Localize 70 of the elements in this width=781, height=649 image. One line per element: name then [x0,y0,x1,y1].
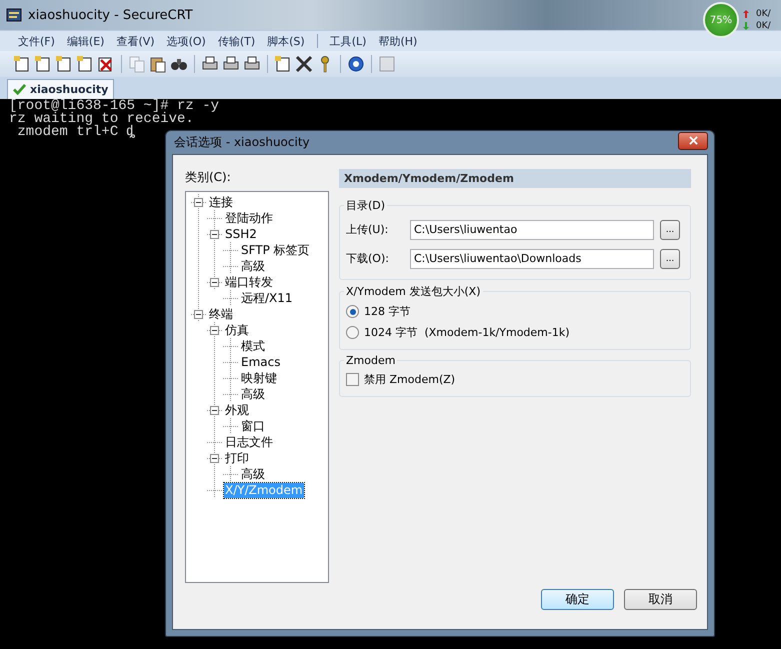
paste-icon[interactable] [149,55,167,73]
collapse-icon[interactable] [210,278,219,287]
download-rate: 0K/ [756,21,771,31]
down-arrow-icon [743,22,749,30]
menu-item[interactable]: 选项(O) [160,34,212,48]
menu-item[interactable]: 编辑(E) [60,34,110,48]
dialog-button[interactable]: 取消 [624,589,697,610]
checkbox[interactable] [346,373,359,386]
group-label: 目录(D) [345,198,386,213]
close-button[interactable] [678,132,708,150]
terminal-line: [root@li638-165 ~]# rz -y [9,100,220,113]
checkmark-icon [13,84,26,95]
tree-item[interactable]: 外观 [224,402,250,418]
path-field[interactable]: C:\Users\liuwentao [410,220,654,240]
tree-item[interactable]: 端口转发 [224,274,274,290]
field-label: 上传(U): [346,222,390,237]
collapse-icon[interactable] [210,230,219,239]
terminal-line: zmodem trl+C ȡ [16,126,136,139]
group-label: Zmodem [345,354,396,367]
session-tab[interactable]: xiaoshuocity [7,79,114,99]
tree-item[interactable]: 高级 [240,466,266,482]
terminal-line: rz waiting to receive. [9,113,195,126]
browse-button[interactable]: ... [660,220,680,240]
panel-header: Xmodem/Ymodem/Zmodem [339,169,691,188]
tree-item[interactable]: 窗口 [240,418,266,434]
collapse-icon[interactable] [194,198,203,207]
menu-item[interactable]: 查看(V) [110,34,161,48]
menu-item[interactable]: 工具(L) [324,34,372,48]
path-field[interactable]: C:\Users\liuwentao\Downloads [410,248,654,268]
tree-item[interactable]: 高级 [240,258,266,274]
new-session-icon[interactable] [13,55,31,73]
radio-label: 1024 字节 (Xmodem-1k/Ymodem-1k) [364,325,570,340]
tree-item[interactable]: Emacs [240,354,282,370]
tree-item[interactable]: 连接 [208,194,234,210]
disconnect-icon[interactable] [97,55,115,73]
dialog-button[interactable]: 确定 [541,589,614,610]
tree-item[interactable]: 终端 [208,306,234,322]
tree-item[interactable]: 映射键 [240,370,278,386]
collapse-icon[interactable] [210,406,219,415]
radio-label: 128 字节 [364,304,410,319]
tree-item[interactable]: SSH2 [224,226,258,242]
browse-button[interactable]: ... [660,248,680,268]
menu-item[interactable]: 文件(F) [12,34,61,48]
window-title: xiaoshuocity - SecureCRT [28,8,193,22]
tree-item[interactable]: 远程/X11 [240,290,294,306]
tree-item[interactable]: 登陆动作 [224,210,274,226]
radio-button[interactable] [346,326,359,339]
menu-item[interactable]: 帮助(H) [372,34,424,48]
menu-item[interactable]: 脚本(S) [261,34,311,48]
category-label: 类别(C): [185,169,232,186]
menu-item[interactable]: 传输(T) [212,34,262,48]
field-label: 下载(O): [346,251,390,266]
checkbox-label: 禁用 Zmodem(Z) [364,372,456,387]
tree-item[interactable]: 模式 [240,338,266,354]
collapse-icon[interactable] [194,310,203,319]
upload-rate: 0K/ [756,9,771,19]
tree-item[interactable]: 打印 [224,450,250,466]
app-icon [6,7,22,23]
collapse-icon[interactable] [210,326,219,335]
tree-item[interactable]: 日志文件 [224,434,274,450]
group-label: X/Ymodem 发送包大小(X) [345,284,482,299]
close-icon [688,136,698,145]
up-arrow-icon [743,10,749,18]
collapse-icon[interactable] [210,454,219,463]
dialog-title: 会话选项 - xiaoshuocity [173,134,310,151]
tree-item[interactable]: 高级 [240,386,266,402]
radio-button[interactable] [346,305,359,318]
tree-item[interactable]: SFTP 标签页 [240,242,311,258]
tree-item[interactable]: 仿真 [224,322,250,338]
help-icon[interactable] [347,55,365,73]
